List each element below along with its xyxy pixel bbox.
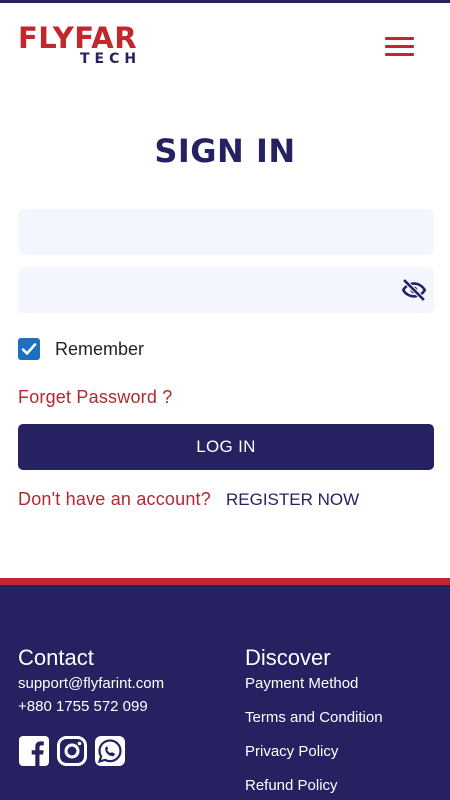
register-now-link[interactable]: REGISTER NOW xyxy=(226,490,359,509)
brand-logo[interactable]: FLYFAR TECH xyxy=(18,23,148,71)
site-footer: Contact support@flyfarint.com +880 1755 … xyxy=(0,585,450,800)
refund-policy-link[interactable]: Refund Policy xyxy=(245,775,445,796)
whatsapp-icon[interactable] xyxy=(94,735,126,767)
email-field[interactable] xyxy=(18,209,434,255)
contact-heading: Contact xyxy=(18,645,94,670)
hamburger-menu-icon[interactable] xyxy=(382,33,416,59)
register-row: Don't have an account? REGISTER NOW xyxy=(18,489,359,510)
facebook-icon[interactable] xyxy=(18,735,50,767)
forget-password-link[interactable]: Forget Password ? xyxy=(18,387,172,408)
page-title: SIGN IN xyxy=(154,132,296,170)
site-header: FLYFAR TECH xyxy=(0,3,450,90)
discover-section: Discover Payment Method Terms and Condit… xyxy=(245,645,445,800)
remember-row: Remember xyxy=(18,336,144,362)
checkmark-icon xyxy=(21,343,37,355)
logo-sub-text: TECH xyxy=(80,51,142,67)
contact-phone[interactable]: +880 1755 572 099 xyxy=(18,696,228,717)
payment-method-link[interactable]: Payment Method xyxy=(245,673,445,694)
logo-main-text: FLYFAR xyxy=(18,21,138,55)
password-input[interactable] xyxy=(18,267,434,313)
remember-label: Remember xyxy=(55,338,145,359)
social-links xyxy=(18,735,126,767)
remember-checkbox[interactable] xyxy=(18,338,40,360)
contact-section: Contact support@flyfarint.com +880 1755 … xyxy=(18,645,228,717)
discover-links: Payment Method Terms and Condition Priva… xyxy=(245,673,445,796)
eye-slash-icon[interactable] xyxy=(400,276,428,304)
contact-email[interactable]: support@flyfarint.com xyxy=(18,673,228,694)
login-button[interactable]: LOG IN xyxy=(18,424,434,470)
discover-heading: Discover xyxy=(245,645,331,670)
no-account-text: Don't have an account? xyxy=(18,489,211,509)
email-input[interactable] xyxy=(18,209,434,255)
footer-accent-line xyxy=(0,578,450,585)
privacy-policy-link[interactable]: Privacy Policy xyxy=(245,741,445,762)
instagram-icon[interactable] xyxy=(56,735,88,767)
password-field[interactable] xyxy=(18,267,434,313)
terms-condition-link[interactable]: Terms and Condition xyxy=(245,707,445,728)
